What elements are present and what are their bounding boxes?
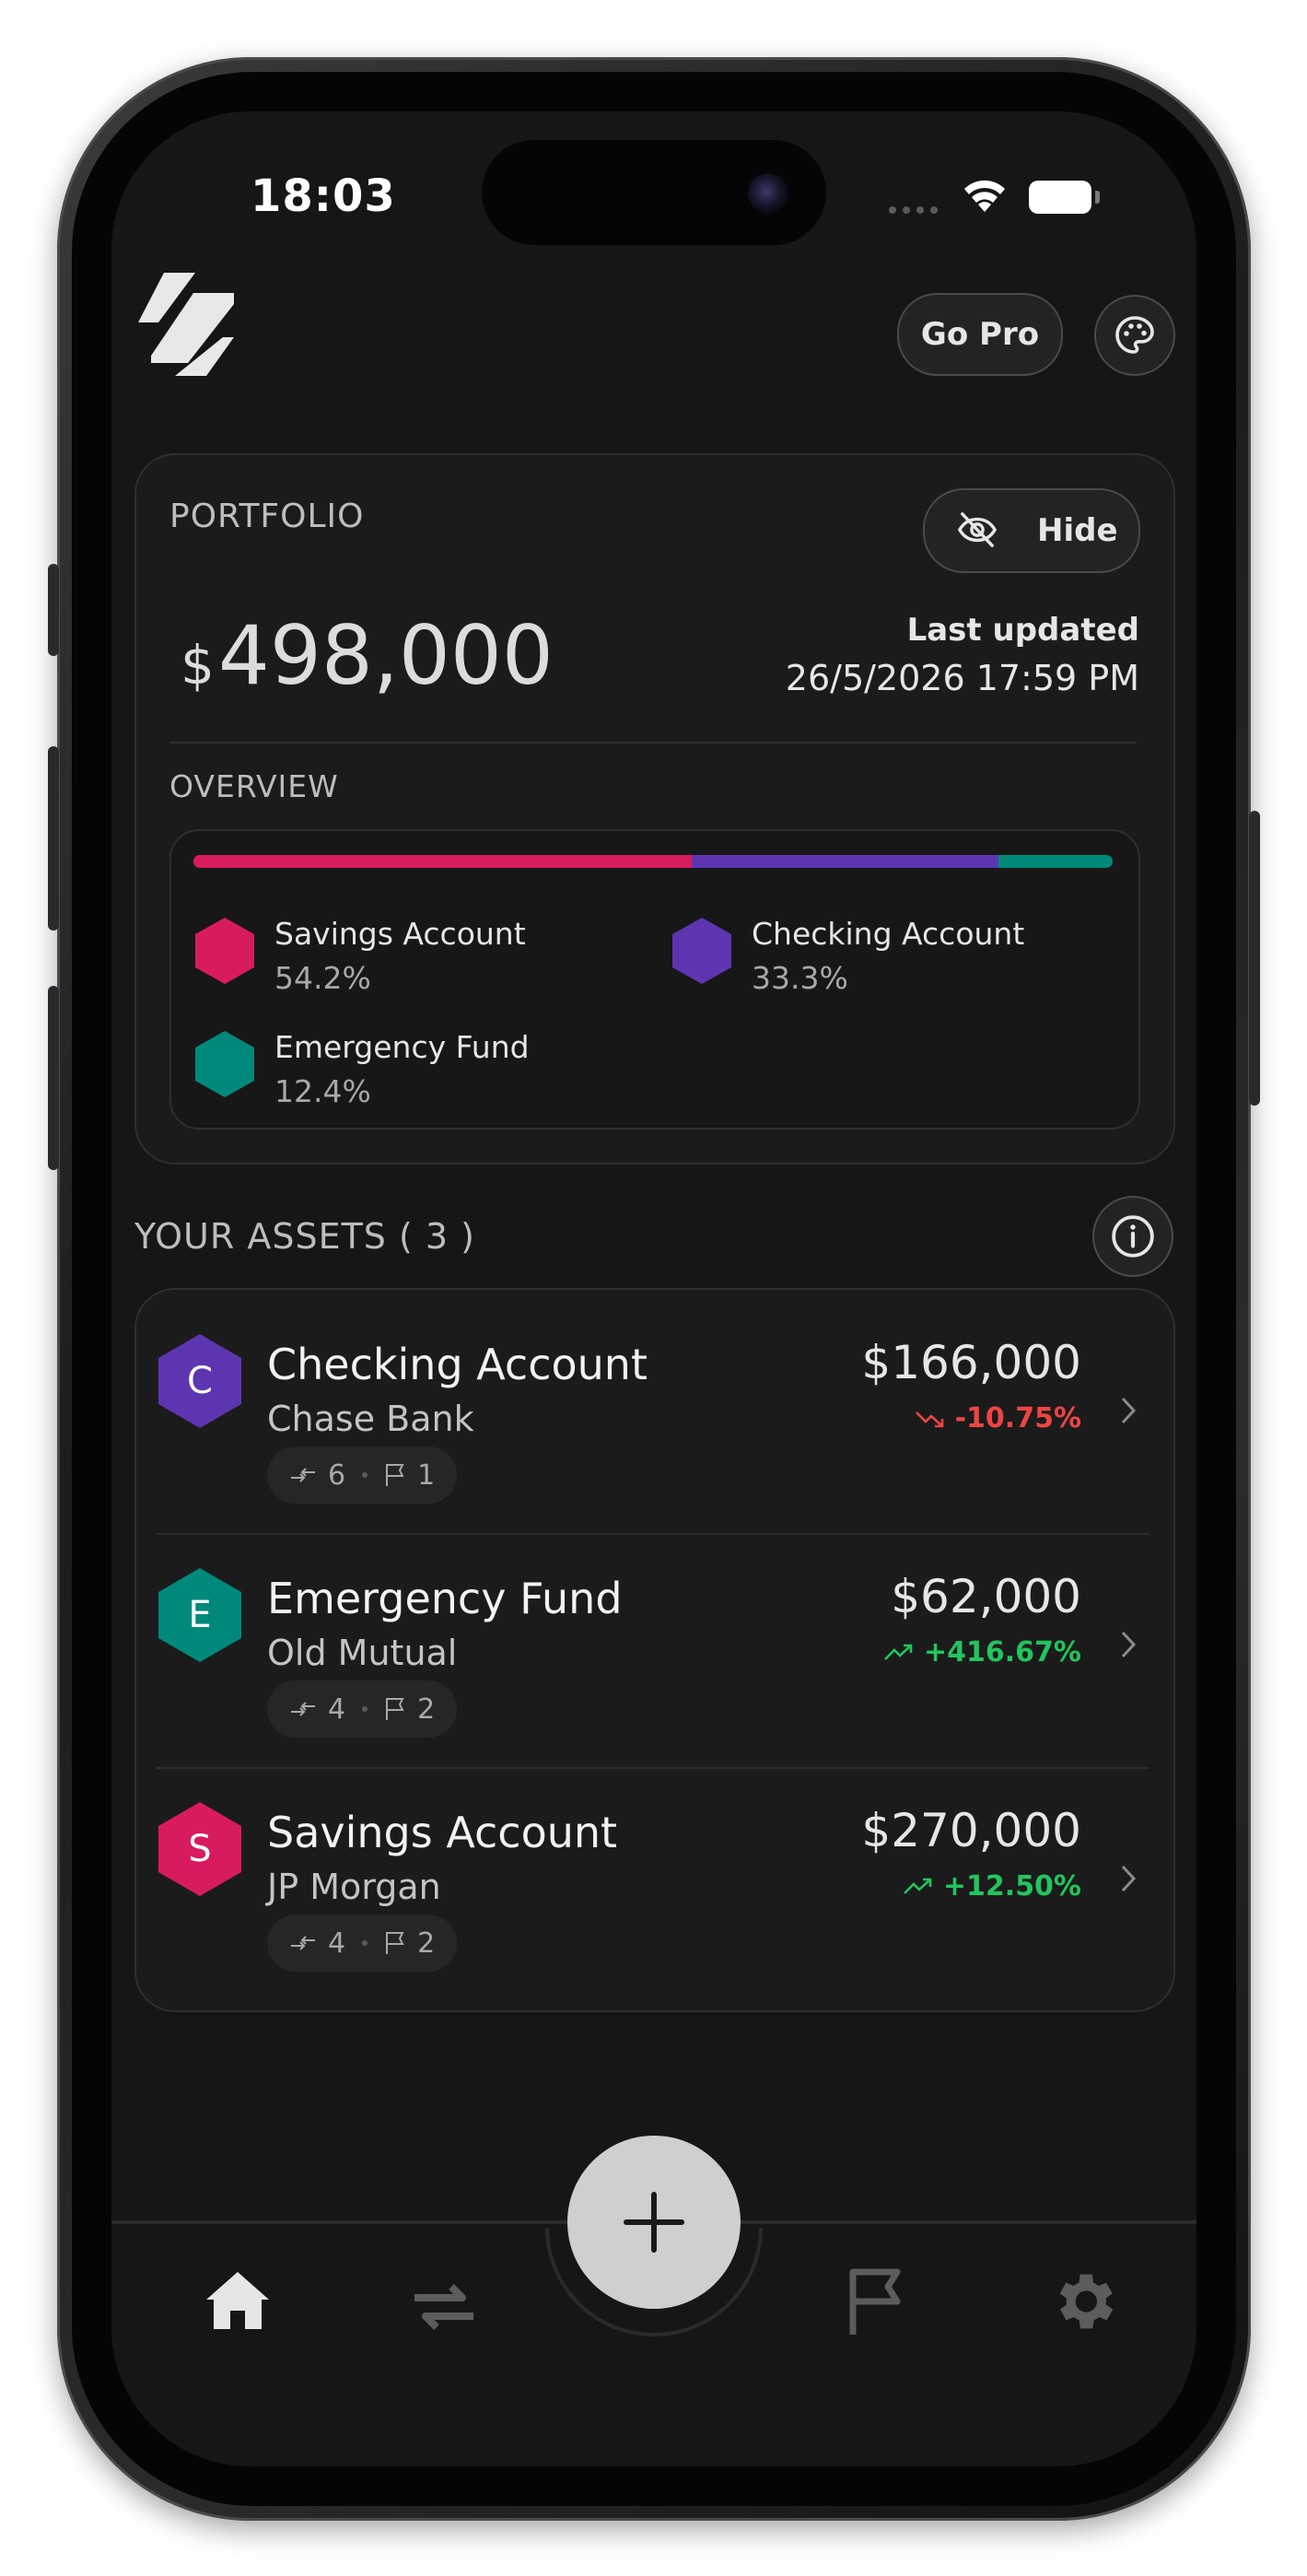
- battery-icon: [1029, 181, 1100, 214]
- legend-name: Emergency Fund: [274, 1029, 530, 1065]
- gear-icon[interactable]: [1046, 2265, 1120, 2338]
- portfolio-total: $ 498,000: [181, 608, 554, 703]
- currency-symbol: $: [181, 634, 215, 697]
- palette-icon: [1115, 316, 1154, 354]
- action-button: [48, 564, 59, 656]
- allocation-bar: [193, 855, 1113, 868]
- trend-up-icon: [884, 1644, 913, 1660]
- transactions-count: 6: [328, 1458, 346, 1492]
- transactions-count: 4: [328, 1692, 346, 1726]
- asset-institution: Chase Bank: [267, 1399, 474, 1439]
- asset-name: Savings Account: [267, 1808, 618, 1857]
- asset-avatar-letter: E: [188, 1594, 212, 1636]
- allocation-segment-0: [193, 855, 693, 868]
- asset-institution: JP Morgan: [267, 1867, 441, 1907]
- total-amount: 498,000: [217, 608, 554, 703]
- chevron-right-icon: [1121, 1397, 1137, 1424]
- separator-dot: [362, 1940, 368, 1946]
- flag-icon: [386, 1698, 404, 1720]
- hexagon-icon: [195, 918, 254, 984]
- last-updated-value: 26/5/2026 17:59 PM: [785, 658, 1139, 698]
- asset-change-value: -10.75%: [954, 1402, 1081, 1434]
- assets-info-button[interactable]: [1092, 1196, 1173, 1277]
- asset-meta-chip: 4 2: [267, 1914, 458, 1972]
- hide-label: Hide: [1037, 512, 1118, 549]
- goals-count: 1: [417, 1458, 436, 1492]
- asset-value: $62,000: [891, 1570, 1081, 1623]
- allocation-segment-1: [692, 855, 999, 868]
- add-asset-button[interactable]: [567, 2136, 741, 2309]
- info-icon: [1112, 1215, 1154, 1258]
- go-pro-button[interactable]: Go Pro: [897, 293, 1063, 376]
- legend-name: Checking Account: [752, 916, 1025, 952]
- allocation-segment-2: [998, 855, 1113, 868]
- asset-change-value: +12.50%: [942, 1870, 1081, 1903]
- flag-icon: [386, 1464, 404, 1486]
- asset-name: Emergency Fund: [267, 1574, 623, 1623]
- wifi-icon: [964, 180, 1005, 212]
- last-updated-label: Last updated: [906, 612, 1139, 649]
- asset-avatar-letter: C: [187, 1360, 213, 1402]
- hexagon-icon: [195, 1031, 254, 1097]
- power-button: [1249, 811, 1260, 1106]
- trend-down-icon: [915, 1411, 943, 1427]
- asset-row-checking[interactable]: C Checking Account Chase Bank 6 1 $166,0…: [157, 1299, 1149, 1529]
- asset-value: $166,000: [861, 1336, 1081, 1389]
- separator-dot: [362, 1706, 368, 1712]
- assets-title: YOUR ASSETS ( 3 ): [134, 1216, 475, 1257]
- chevron-right-icon: [1121, 1631, 1137, 1658]
- asset-value: $270,000: [861, 1804, 1081, 1857]
- chevron-right-icon: [1121, 1865, 1137, 1892]
- portfolio-label: PORTFOLIO: [169, 498, 365, 535]
- transfer-icon[interactable]: [409, 2279, 479, 2335]
- volume-down-button: [48, 986, 59, 1170]
- asset-change: +12.50%: [903, 1870, 1081, 1903]
- asset-change: -10.75%: [915, 1402, 1081, 1434]
- asset-change-value: +416.67%: [924, 1636, 1081, 1669]
- asset-change: +416.67%: [883, 1636, 1081, 1669]
- trend-up-icon: [903, 1878, 932, 1894]
- transactions-icon: [291, 1936, 315, 1950]
- asset-avatar-letter: S: [188, 1828, 212, 1870]
- goals-count: 2: [417, 1692, 436, 1726]
- theme-button[interactable]: [1094, 295, 1175, 376]
- hexagon-icon: [672, 918, 731, 984]
- asset-name: Checking Account: [267, 1340, 648, 1389]
- portfolio-divider: [169, 742, 1137, 744]
- add-icon: [624, 2192, 684, 2253]
- transactions-icon: [291, 1702, 315, 1716]
- hide-balance-button[interactable]: Hide: [923, 488, 1140, 573]
- flag-icon: [386, 1932, 404, 1954]
- asset-row-savings[interactable]: S Savings Account JP Morgan 4 2 $270,000…: [157, 1767, 1149, 1997]
- overview-label: OVERVIEW: [169, 768, 339, 804]
- transactions-count: 4: [328, 1926, 346, 1960]
- legend-percent: 12.4%: [274, 1073, 371, 1109]
- eye-off-icon: [957, 512, 998, 547]
- asset-institution: Old Mutual: [267, 1633, 458, 1673]
- legend-percent: 54.2%: [274, 960, 371, 996]
- legend-percent: 33.3%: [752, 960, 848, 996]
- home-icon[interactable]: [203, 2268, 273, 2333]
- status-time: 18:03: [251, 170, 396, 222]
- asset-meta-chip: 6 1: [267, 1446, 458, 1504]
- legend-name: Savings Account: [274, 916, 526, 952]
- asset-meta-chip: 4 2: [267, 1680, 458, 1738]
- camera-icon: [748, 173, 788, 214]
- volume-up-button: [48, 746, 59, 931]
- signal-icon: [889, 206, 938, 214]
- app-logo-icon: [138, 273, 234, 376]
- transactions-icon: [291, 1468, 315, 1482]
- goals-count: 2: [417, 1926, 436, 1960]
- separator-dot: [362, 1472, 368, 1478]
- flag-icon[interactable]: [846, 2266, 906, 2336]
- asset-row-emergency[interactable]: E Emergency Fund Old Mutual 4 2 $62,000 …: [157, 1533, 1149, 1763]
